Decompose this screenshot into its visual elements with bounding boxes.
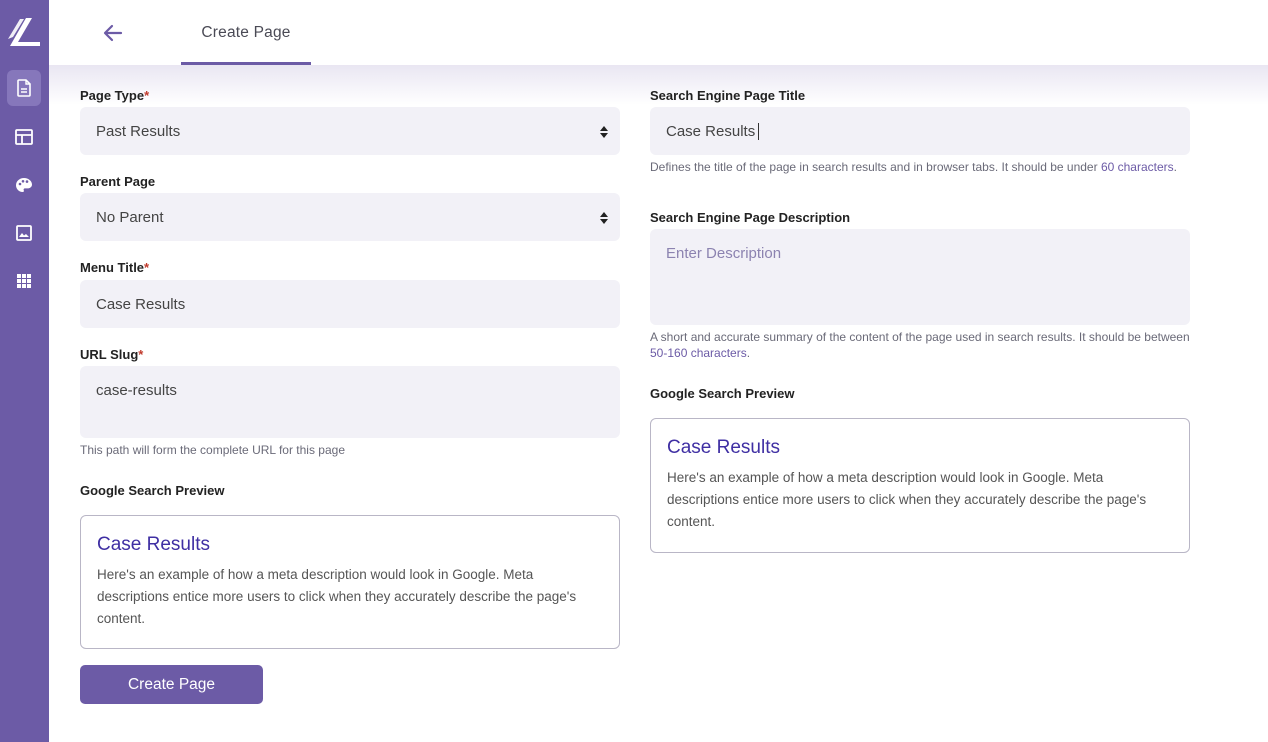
grid-icon <box>16 273 32 289</box>
parent-page-select[interactable]: No Parent <box>80 193 620 241</box>
select-arrows-icon <box>600 125 608 138</box>
document-icon <box>16 79 32 97</box>
seo-description-input[interactable]: Enter Description <box>650 229 1190 325</box>
sidebar-item-apps[interactable] <box>7 263 41 299</box>
google-preview-label-right: Google Search Preview <box>650 386 795 401</box>
preview-description: Here's an example of how a meta descript… <box>667 470 1147 529</box>
seo-title-label: Search Engine Page Title <box>650 88 806 103</box>
select-arrows-icon <box>600 211 608 224</box>
top-bar: Create Page <box>49 0 1268 65</box>
table-icon <box>15 129 33 145</box>
preview-description: Here's an example of how a meta descript… <box>97 567 577 626</box>
url-slug-label: URL Slug* <box>80 347 144 362</box>
seo-description-help-link[interactable]: 50-160 characters <box>650 346 747 360</box>
menu-title-input[interactable]: Case Results <box>80 280 620 328</box>
page-type-value: Past Results <box>96 122 181 140</box>
seo-title-value: Case Results <box>666 122 756 140</box>
preview-title: Case Results <box>97 534 210 555</box>
parent-page-value: No Parent <box>96 208 164 226</box>
seo-description-help: A short and accurate summary of the cont… <box>650 330 1190 360</box>
page-type-label: Page Type* <box>80 88 150 103</box>
preview-title: Case Results <box>667 437 780 458</box>
back-arrow-icon[interactable] <box>101 22 125 44</box>
logo-icon[interactable] <box>6 15 42 49</box>
google-search-preview-right: Case Results Here's an example of how a … <box>650 418 1190 553</box>
menu-title-label: Menu Title* <box>80 260 150 275</box>
sidebar-item-layouts[interactable] <box>7 119 41 155</box>
url-slug-help: This path will form the complete URL for… <box>80 443 346 457</box>
image-icon <box>16 225 32 241</box>
tab-create-page[interactable]: Create Page <box>181 0 311 65</box>
palette-icon <box>15 177 33 193</box>
seo-description-label: Search Engine Page Description <box>650 210 851 225</box>
seo-title-help: Defines the title of the page in search … <box>650 160 1177 174</box>
text-caret <box>758 122 760 140</box>
seo-title-input[interactable]: Case Results <box>650 107 1190 155</box>
parent-page-label: Parent Page <box>80 174 156 189</box>
sidebar-item-media[interactable] <box>7 215 41 251</box>
seo-title-help-link[interactable]: 60 characters <box>1101 160 1174 174</box>
sidebar <box>0 0 49 742</box>
google-preview-label: Google Search Preview <box>80 483 225 498</box>
sidebar-item-themes[interactable] <box>7 167 41 203</box>
google-search-preview: Case Results Here's an example of how a … <box>80 515 620 649</box>
sidebar-item-pages[interactable] <box>7 70 41 106</box>
create-page-button[interactable]: Create Page <box>80 665 263 704</box>
page-type-select[interactable]: Past Results <box>80 107 620 155</box>
url-slug-input[interactable]: case-results <box>80 366 620 438</box>
